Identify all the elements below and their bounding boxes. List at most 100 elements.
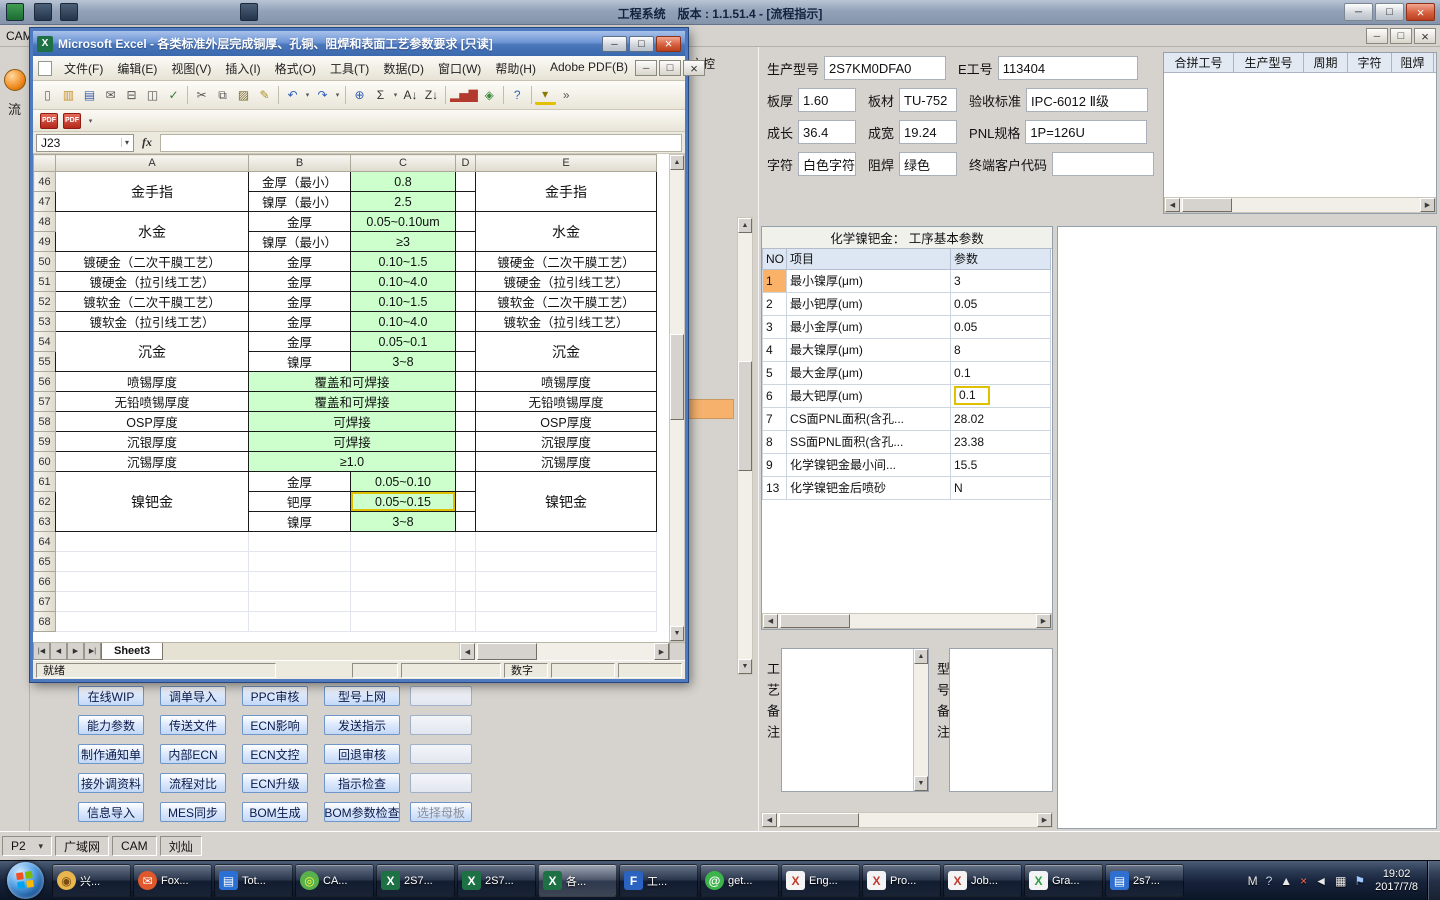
scroll-up-button[interactable] — [914, 649, 928, 664]
cell-A66[interactable] — [55, 571, 249, 592]
notes-vertical-scrollbar[interactable] — [913, 649, 928, 791]
cell-B55[interactable]: 镍厚 — [248, 351, 351, 372]
name-box[interactable]: J23 — [36, 133, 134, 152]
cell-A61[interactable]: 镍钯金 — [55, 471, 249, 532]
cell-E61[interactable]: 镍钯金 — [475, 471, 657, 532]
excel-vertical-scrollbar[interactable] — [669, 154, 685, 642]
menu-item[interactable]: 视图(V) — [164, 57, 218, 80]
scrollbar-thumb[interactable] — [780, 614, 850, 628]
cell-D46[interactable] — [455, 171, 476, 192]
cell-D49[interactable] — [455, 231, 476, 252]
menu-item[interactable]: 帮助(H) — [488, 57, 543, 80]
cell-B68[interactable] — [248, 611, 351, 632]
info-field-value[interactable]: 1P=126U — [1025, 120, 1148, 144]
taskbar-button[interactable]: ◉ 兴... — [52, 864, 131, 897]
action-button[interactable]: 型号上网 — [324, 686, 400, 706]
menu-item[interactable]: Adobe PDF(B) — [543, 57, 635, 80]
cell-B52[interactable]: 金厚 — [248, 291, 351, 312]
row-header-54[interactable]: 54 — [33, 331, 56, 352]
cell-B61[interactable]: 金厚 — [248, 471, 351, 492]
scroll-down-button[interactable] — [670, 626, 684, 641]
cell-D54[interactable] — [455, 331, 476, 352]
pdf-toolbar-options[interactable]: ▾ — [86, 110, 95, 131]
scrollbar-thumb[interactable] — [1182, 198, 1232, 212]
process-notes-textarea[interactable] — [781, 648, 929, 792]
strip-vertical-scrollbar[interactable] — [737, 217, 753, 675]
cell-E54[interactable]: 沉金 — [475, 331, 657, 372]
mdi-restore-button[interactable] — [1390, 28, 1412, 44]
action-button[interactable]: BOM参数检查 — [324, 802, 400, 822]
row-header-61[interactable]: 61 — [33, 471, 56, 492]
cell-D66[interactable] — [455, 571, 476, 592]
mdi-minimize-button[interactable] — [1366, 28, 1388, 44]
action-button[interactable]: 内部ECN — [160, 744, 226, 764]
cell-E68[interactable] — [475, 611, 657, 632]
taskbar-button[interactable]: X 2S7... — [457, 864, 536, 897]
undo-icon-dropdown[interactable]: ▾ — [303, 85, 312, 106]
param-row[interactable]: 6 最大钯厚(um) 0.1 — [762, 383, 1051, 408]
action-center-icon[interactable]: ⚑ — [1354, 874, 1365, 888]
scroll-right-button[interactable] — [1037, 813, 1052, 827]
paste-icon[interactable]: ▨ — [233, 85, 254, 106]
workbook-close-button[interactable] — [683, 60, 706, 76]
autosum-icon-dropdown[interactable]: ▾ — [391, 85, 400, 106]
cell-A64[interactable] — [55, 531, 249, 552]
cell-E51[interactable]: 镀硬金（拉引线工艺） — [475, 271, 657, 292]
menu-item[interactable]: 格式(O) — [268, 57, 323, 80]
pdf-create-icon[interactable]: PDF — [40, 112, 58, 129]
print-icon[interactable]: ⊟ — [121, 85, 142, 106]
row-header-65[interactable]: 65 — [33, 551, 56, 572]
action-button[interactable]: 指示检查 — [324, 773, 400, 793]
action-button[interactable]: 制作通知单 — [78, 744, 144, 764]
action-button[interactable]: 回退审核 — [324, 744, 400, 764]
start-button[interactable] — [7, 862, 44, 899]
cell-B53[interactable]: 金厚 — [248, 311, 351, 332]
action-button[interactable]: ECN影响 — [242, 715, 308, 735]
format-painter-icon[interactable]: ✎ — [254, 85, 275, 106]
row-header-68[interactable]: 68 — [33, 611, 56, 632]
param-row[interactable]: 8 SS面PNL面积(含孔... 23.38 — [762, 429, 1051, 454]
row-header-55[interactable]: 55 — [33, 351, 56, 372]
mdi-close-button[interactable] — [1414, 28, 1436, 44]
scroll-right-button[interactable] — [1420, 198, 1435, 212]
spelling-icon[interactable]: ✓ — [163, 85, 184, 106]
cell-A56[interactable]: 喷锡厚度 — [55, 371, 249, 392]
cell-C67[interactable] — [350, 591, 456, 612]
menu-item[interactable]: 文件(F) — [57, 57, 110, 80]
row-header-66[interactable]: 66 — [33, 571, 56, 592]
row-header-50[interactable]: 50 — [33, 251, 56, 272]
taskbar-button[interactable]: ▤ Tot... — [214, 864, 293, 897]
cell-C54[interactable]: 0.05~0.1 — [350, 331, 456, 352]
prev-sheet-button[interactable]: ◀ — [50, 643, 67, 660]
side-tab-flow[interactable]: 流 — [8, 99, 21, 118]
cell-B60[interactable]: ≥1.0 — [248, 451, 456, 472]
cell-A68[interactable] — [55, 611, 249, 632]
info-field-value[interactable]: IPC-6012 Ⅱ级 — [1026, 88, 1149, 112]
row-header-51[interactable]: 51 — [33, 271, 56, 292]
taskbar-button[interactable]: X Eng... — [781, 864, 860, 897]
param-row[interactable]: 1 最小镍厚(μm) 3 — [762, 268, 1051, 293]
name-box-dropdown[interactable] — [120, 138, 129, 147]
param-row[interactable]: 3 最小金厚(um) 0.05 — [762, 314, 1051, 339]
last-sheet-button[interactable]: ▶| — [84, 643, 101, 660]
excel-horizontal-scrollbar[interactable] — [459, 643, 669, 660]
cell-A65[interactable] — [55, 551, 249, 572]
cell-D63[interactable] — [455, 511, 476, 532]
row-header-53[interactable]: 53 — [33, 311, 56, 332]
scrollbar-thumb[interactable] — [779, 813, 859, 827]
workbook-restore-button[interactable] — [659, 60, 682, 76]
cell-D56[interactable] — [455, 371, 476, 392]
taskbar-button[interactable]: X 2S7... — [376, 864, 455, 897]
taskbar-button[interactable]: F 工... — [619, 864, 698, 897]
taskbar-button[interactable]: X Pro... — [862, 864, 941, 897]
help-icon[interactable]: ? — [507, 85, 528, 106]
minimize-button[interactable] — [1344, 3, 1373, 21]
cell-B50[interactable]: 金厚 — [248, 251, 351, 272]
action-button[interactable]: 信息导入 — [78, 802, 144, 822]
cell-C55[interactable]: 3~8 — [350, 351, 456, 372]
fill-color-icon[interactable]: ▾ — [534, 85, 556, 105]
cell-B64[interactable] — [248, 531, 351, 552]
redo-icon-dropdown[interactable]: ▾ — [333, 85, 342, 106]
save-icon[interactable]: ▤ — [79, 85, 100, 106]
workbook-minimize-button[interactable] — [635, 60, 658, 76]
